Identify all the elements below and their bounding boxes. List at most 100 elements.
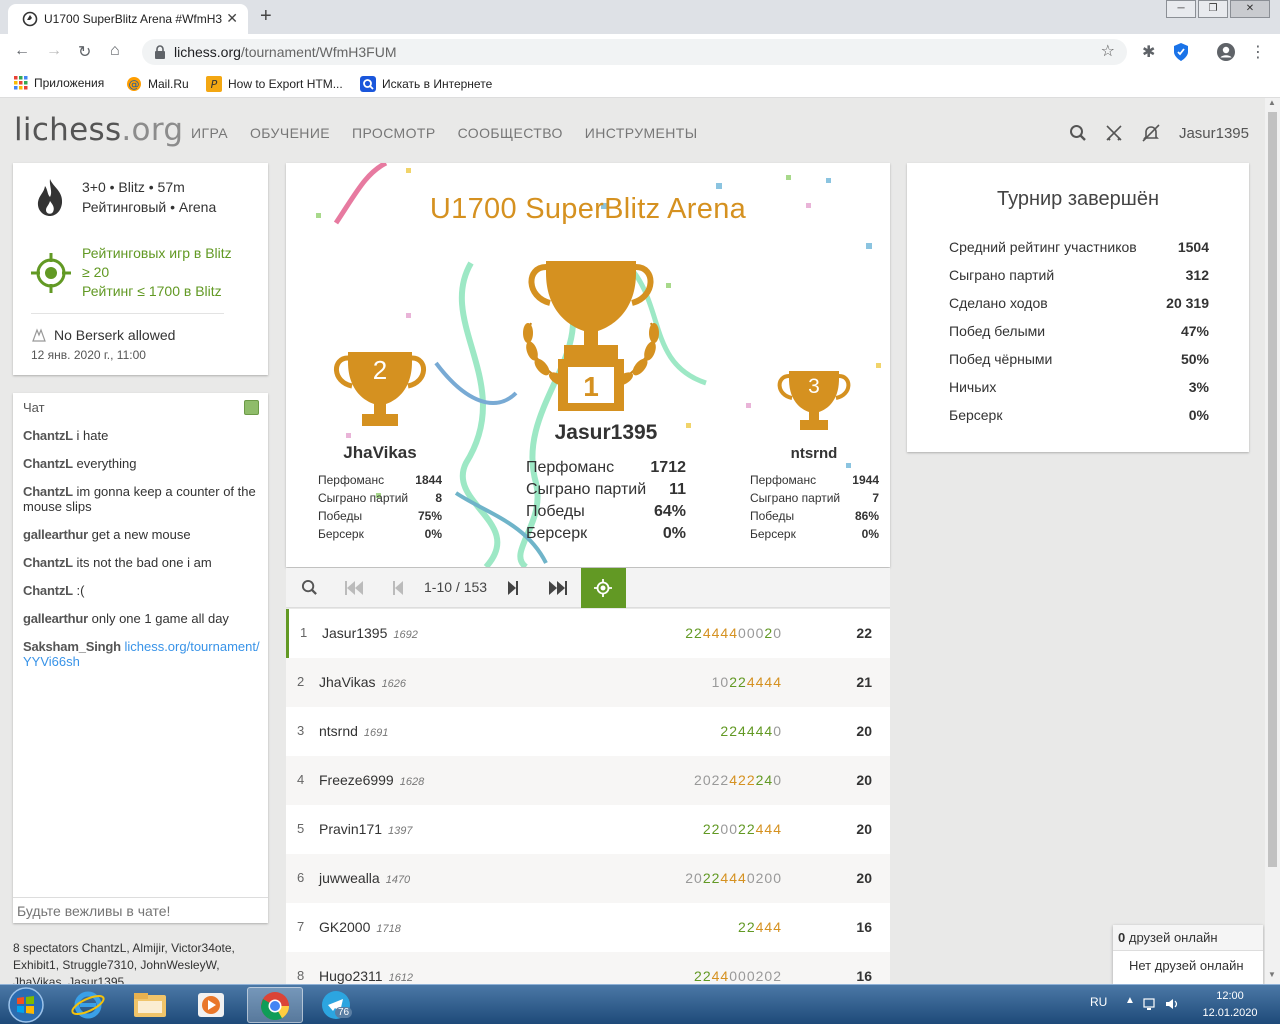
third-player-name[interactable]: ntsrnd — [766, 445, 862, 462]
nav-play[interactable]: ИГРА — [191, 125, 228, 141]
nav-community[interactable]: СООБЩЕСТВО — [458, 125, 563, 141]
bookmark-mailru[interactable]: @ Mail.Ru — [126, 76, 189, 92]
row-rank: 8 — [297, 968, 305, 983]
stat-row: Побед белыми 47% — [949, 323, 1209, 339]
first-player-name[interactable]: Jasur1395 — [506, 421, 706, 445]
taskbar-telegram[interactable]: 76 — [309, 987, 365, 1023]
bookmark-export[interactable]: P How to Export HTM... — [206, 76, 343, 92]
first-perf: 1712 — [650, 459, 686, 476]
url-bar[interactable]: lichess.org/tournament/WfmH3FUM ☆ — [142, 39, 1127, 65]
row-player[interactable]: ntsrnd 1691 — [319, 723, 388, 739]
scroll-up-icon[interactable]: ▲ — [1268, 98, 1276, 107]
nav-tools[interactable]: ИНСТРУМЕНТЫ — [585, 125, 698, 141]
scroll-down-icon[interactable]: ▼ — [1268, 970, 1276, 979]
language-indicator[interactable]: RU — [1090, 995, 1107, 1009]
chat-input[interactable] — [13, 897, 268, 923]
row-player[interactable]: Hugo2311 1612 — [319, 968, 413, 984]
file-explorer-icon[interactable] — [132, 991, 168, 1019]
bookmark-apps[interactable]: Приложения — [14, 76, 104, 90]
taskbar-chrome-active[interactable] — [247, 987, 303, 1023]
scrollbar-thumb[interactable] — [1268, 112, 1277, 867]
stat-value: 3% — [1188, 379, 1209, 395]
bookmark-search[interactable]: Искать в Интернете — [360, 76, 492, 92]
table-row[interactable]: 5 Pravin171 1397 220022444 20 — [286, 805, 890, 854]
volume-icon[interactable] — [1164, 996, 1180, 1012]
tournament-stats-card: Турнир завершён Средний рейтинг участник… — [907, 163, 1249, 452]
network-icon[interactable] — [1142, 996, 1158, 1012]
friends-box[interactable]: 0 друзей онлайн Нет друзей онлайн — [1113, 925, 1263, 984]
bookmark-star-icon[interactable]: ☆ — [1101, 39, 1115, 65]
first-page-icon[interactable] — [344, 580, 364, 596]
clock-date[interactable]: 12.01.2020 — [1195, 1007, 1265, 1019]
third-wins: 86% — [854, 509, 879, 523]
divider — [31, 313, 224, 314]
friends-header[interactable]: 0 друзей онлайн — [1113, 925, 1263, 951]
shield-extension-icon[interactable] — [1172, 42, 1190, 62]
profile-icon[interactable] — [1216, 42, 1236, 62]
stat-label: Сыграно партий — [949, 267, 1055, 283]
friends-online-label: друзей онлайн — [1128, 930, 1218, 945]
challenge-swords-icon[interactable] — [1105, 124, 1123, 142]
chat-message: gallearthur only one 1 game all day — [23, 611, 229, 626]
search-player-icon[interactable] — [301, 579, 318, 596]
stats-list: Средний рейтинг участников 1504 Сыграно п… — [949, 239, 1209, 435]
internet-explorer-icon[interactable] — [70, 989, 106, 1021]
berserk-note: No Berserk allowed — [54, 327, 176, 343]
row-score-sheet: 2244440 — [720, 723, 782, 739]
bookmark-label: Искать в Интернете — [382, 77, 493, 91]
row-player[interactable]: Jasur1395 1692 — [322, 625, 418, 641]
next-page-icon[interactable] — [507, 580, 519, 596]
maximize-button[interactable]: ❐ — [1198, 0, 1228, 18]
reload-icon[interactable]: ↻ — [78, 42, 91, 62]
notifications-muted-bell-icon[interactable] — [1141, 124, 1161, 142]
row-score-sheet: 2244000202 — [694, 968, 782, 984]
minimize-button[interactable]: ─ — [1166, 0, 1196, 18]
nav-watch[interactable]: ПРОСМОТР — [352, 125, 436, 141]
last-page-icon[interactable] — [548, 580, 568, 596]
menu-dots-icon[interactable]: ⋮ — [1250, 42, 1266, 62]
back-arrow-icon[interactable]: ← — [14, 42, 30, 60]
row-player[interactable]: GK2000 1718 — [319, 919, 401, 935]
table-row[interactable]: 1 Jasur1395 1692 22444400020 22 — [286, 609, 890, 658]
chat-toggle-checkbox[interactable] — [244, 400, 259, 415]
page-scrollbar[interactable]: ▲ ▼ — [1265, 98, 1280, 984]
table-row[interactable]: 3 ntsrnd 1691 2244440 20 — [286, 707, 890, 756]
first-player-stats: Перфоманс 1712 Сыграно партий 11 Победы 64%… — [526, 457, 686, 545]
table-row[interactable]: 8 Hugo2311 1612 2244000202 16 — [286, 952, 890, 984]
search-icon[interactable] — [1069, 124, 1087, 142]
home-icon[interactable]: ⌂ — [110, 42, 120, 60]
site-logo[interactable]: lichess.org — [14, 112, 183, 148]
nav-learn[interactable]: ОБУЧЕНИЕ — [250, 125, 330, 141]
user-menu[interactable]: Jasur1395 — [1179, 125, 1249, 142]
table-row[interactable]: 4 Freeze6999 1628 2022422240 20 — [286, 756, 890, 805]
media-player-icon[interactable] — [194, 990, 228, 1020]
browser-tab[interactable]: U1700 SuperBlitz Arena #WfmH3 ✕ — [8, 4, 248, 34]
row-player[interactable]: juwwealla 1470 — [319, 870, 410, 886]
extension-icon[interactable]: ✱ — [1142, 42, 1155, 62]
system-tray: RU ▲ 12:00 12.01.2020 — [1090, 985, 1280, 1024]
table-row[interactable]: 2 JhaVikas 1626 10224444 21 — [286, 658, 890, 707]
close-tab-icon[interactable]: ✕ — [226, 10, 238, 27]
close-window-button[interactable]: ✕ — [1230, 0, 1270, 18]
chat-panel: Чат ChantzL i hate ChantzL everything Ch… — [13, 393, 268, 923]
row-player[interactable]: JhaVikas 1626 — [319, 674, 406, 690]
start-button-icon[interactable] — [4, 986, 48, 1024]
show-hidden-icons-icon[interactable]: ▲ — [1125, 995, 1135, 1006]
third-berserk: 0% — [861, 527, 879, 541]
second-wins: 75% — [417, 509, 442, 523]
my-position-button[interactable] — [581, 568, 626, 608]
clock-time[interactable]: 12:00 — [1195, 990, 1265, 1002]
row-player[interactable]: Freeze6999 1628 — [319, 772, 424, 788]
forward-arrow-icon[interactable]: → — [46, 42, 62, 60]
row-player[interactable]: Pravin171 1397 — [319, 821, 413, 837]
new-tab-icon[interactable]: + — [260, 5, 272, 28]
perf-label: Перфоманс — [318, 473, 385, 487]
second-games: 8 — [435, 491, 442, 505]
table-row[interactable]: 6 juwwealla 1470 20224440200 20 — [286, 854, 890, 903]
second-player-name[interactable]: JhaVikas — [330, 443, 430, 463]
stat-label: Побед белыми — [949, 323, 1046, 339]
previous-page-icon[interactable] — [392, 580, 404, 596]
games-label: Сыграно партий — [750, 491, 841, 505]
row-score: 20 — [856, 723, 872, 739]
table-row[interactable]: 7 GK2000 1718 22444 16 — [286, 903, 890, 952]
